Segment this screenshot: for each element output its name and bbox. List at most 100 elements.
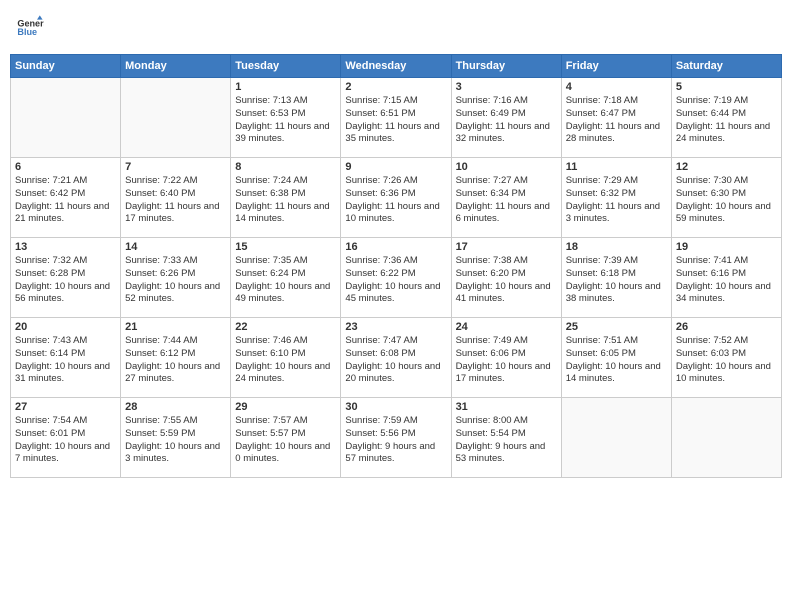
day-info: Sunrise: 7:49 AM Sunset: 6:06 PM Dayligh… [456, 335, 557, 386]
week-row-5: 27 Sunrise: 7:54 AM Sunset: 6:01 PM Dayli… [11, 398, 782, 478]
day-info: Sunrise: 7:36 AM Sunset: 6:22 PM Dayligh… [345, 255, 446, 306]
calendar-cell: 19 Sunrise: 7:41 AM Sunset: 6:16 PM Dayli… [671, 238, 781, 318]
day-number: 14 [125, 241, 226, 253]
day-number: 7 [125, 161, 226, 173]
day-number: 20 [15, 321, 116, 333]
day-info: Sunrise: 7:24 AM Sunset: 6:38 PM Dayligh… [235, 175, 336, 226]
day-number: 31 [456, 401, 557, 413]
day-number: 12 [676, 161, 777, 173]
calendar-cell: 21 Sunrise: 7:44 AM Sunset: 6:12 PM Dayli… [121, 318, 231, 398]
page-header: General Blue [10, 10, 782, 46]
calendar-cell: 15 Sunrise: 7:35 AM Sunset: 6:24 PM Dayli… [231, 238, 341, 318]
calendar-header: SundayMondayTuesdayWednesdayThursdayFrid… [11, 55, 782, 78]
calendar-cell: 7 Sunrise: 7:22 AM Sunset: 6:40 PM Daylig… [121, 158, 231, 238]
calendar-cell: 2 Sunrise: 7:15 AM Sunset: 6:51 PM Daylig… [341, 78, 451, 158]
calendar-cell: 29 Sunrise: 7:57 AM Sunset: 5:57 PM Dayli… [231, 398, 341, 478]
calendar-cell [671, 398, 781, 478]
day-info: Sunrise: 7:57 AM Sunset: 5:57 PM Dayligh… [235, 415, 336, 466]
day-number: 26 [676, 321, 777, 333]
day-number: 15 [235, 241, 336, 253]
day-number: 6 [15, 161, 116, 173]
calendar-cell: 16 Sunrise: 7:36 AM Sunset: 6:22 PM Dayli… [341, 238, 451, 318]
day-number: 2 [345, 81, 446, 93]
calendar-cell: 24Sunrise: 7:49 AM Sunset: 6:06 PM Dayli… [451, 318, 561, 398]
day-info: Sunrise: 7:41 AM Sunset: 6:16 PM Dayligh… [676, 255, 777, 306]
day-number: 28 [125, 401, 226, 413]
day-info: Sunrise: 7:59 AM Sunset: 5:56 PM Dayligh… [345, 415, 446, 466]
calendar-body: 1 Sunrise: 7:13 AM Sunset: 6:53 PM Daylig… [11, 78, 782, 478]
day-info: Sunrise: 7:33 AM Sunset: 6:26 PM Dayligh… [125, 255, 226, 306]
day-number: 29 [235, 401, 336, 413]
day-info: Sunrise: 7:35 AM Sunset: 6:24 PM Dayligh… [235, 255, 336, 306]
calendar-cell: 13Sunrise: 7:32 AM Sunset: 6:28 PM Dayli… [11, 238, 121, 318]
day-number: 19 [676, 241, 777, 253]
day-info: Sunrise: 7:13 AM Sunset: 6:53 PM Dayligh… [235, 95, 336, 146]
day-number: 25 [566, 321, 667, 333]
day-info: Sunrise: 7:43 AM Sunset: 6:14 PM Dayligh… [15, 335, 116, 386]
calendar-cell: 23 Sunrise: 7:47 AM Sunset: 6:08 PM Dayli… [341, 318, 451, 398]
calendar-cell [11, 78, 121, 158]
calendar-cell: 6Sunrise: 7:21 AM Sunset: 6:42 PM Daylig… [11, 158, 121, 238]
day-info: Sunrise: 7:22 AM Sunset: 6:40 PM Dayligh… [125, 175, 226, 226]
day-info: Sunrise: 7:18 AM Sunset: 6:47 PM Dayligh… [566, 95, 667, 146]
calendar-cell: 25Sunrise: 7:51 AM Sunset: 6:05 PM Dayli… [561, 318, 671, 398]
weekday-header-saturday: Saturday [671, 55, 781, 78]
day-number: 1 [235, 81, 336, 93]
logo: General Blue [16, 14, 46, 42]
day-info: Sunrise: 7:26 AM Sunset: 6:36 PM Dayligh… [345, 175, 446, 226]
weekday-header-row: SundayMondayTuesdayWednesdayThursdayFrid… [11, 55, 782, 78]
day-info: Sunrise: 7:29 AM Sunset: 6:32 PM Dayligh… [566, 175, 667, 226]
calendar-cell: 30 Sunrise: 7:59 AM Sunset: 5:56 PM Dayli… [341, 398, 451, 478]
calendar-cell [121, 78, 231, 158]
calendar-table: SundayMondayTuesdayWednesdayThursdayFrid… [10, 54, 782, 478]
day-info: Sunrise: 7:44 AM Sunset: 6:12 PM Dayligh… [125, 335, 226, 386]
day-info: Sunrise: 7:47 AM Sunset: 6:08 PM Dayligh… [345, 335, 446, 386]
day-info: Sunrise: 7:52 AM Sunset: 6:03 PM Dayligh… [676, 335, 777, 386]
day-info: Sunrise: 7:19 AM Sunset: 6:44 PM Dayligh… [676, 95, 777, 146]
weekday-header-sunday: Sunday [11, 55, 121, 78]
day-number: 17 [456, 241, 557, 253]
day-number: 23 [345, 321, 446, 333]
weekday-header-monday: Monday [121, 55, 231, 78]
day-number: 18 [566, 241, 667, 253]
day-info: Sunrise: 7:54 AM Sunset: 6:01 PM Dayligh… [15, 415, 116, 466]
calendar-cell: 17 Sunrise: 7:38 AM Sunset: 6:20 PM Dayli… [451, 238, 561, 318]
calendar-cell: 4 Sunrise: 7:18 AM Sunset: 6:47 PM Daylig… [561, 78, 671, 158]
day-number: 5 [676, 81, 777, 93]
day-number: 21 [125, 321, 226, 333]
week-row-3: 13Sunrise: 7:32 AM Sunset: 6:28 PM Dayli… [11, 238, 782, 318]
week-row-1: 1 Sunrise: 7:13 AM Sunset: 6:53 PM Daylig… [11, 78, 782, 158]
week-row-4: 20 Sunrise: 7:43 AM Sunset: 6:14 PM Dayli… [11, 318, 782, 398]
day-number: 4 [566, 81, 667, 93]
calendar-cell: 14 Sunrise: 7:33 AM Sunset: 6:26 PM Dayli… [121, 238, 231, 318]
day-number: 30 [345, 401, 446, 413]
day-number: 22 [235, 321, 336, 333]
day-number: 9 [345, 161, 446, 173]
calendar-cell: 10Sunrise: 7:27 AM Sunset: 6:34 PM Dayli… [451, 158, 561, 238]
calendar-cell: 26 Sunrise: 7:52 AM Sunset: 6:03 PM Dayli… [671, 318, 781, 398]
calendar-cell: 27 Sunrise: 7:54 AM Sunset: 6:01 PM Dayli… [11, 398, 121, 478]
day-info: Sunrise: 7:15 AM Sunset: 6:51 PM Dayligh… [345, 95, 446, 146]
day-info: Sunrise: 7:16 AM Sunset: 6:49 PM Dayligh… [456, 95, 557, 146]
calendar-cell: 11Sunrise: 7:29 AM Sunset: 6:32 PM Dayli… [561, 158, 671, 238]
calendar-cell: 22 Sunrise: 7:46 AM Sunset: 6:10 PM Dayli… [231, 318, 341, 398]
calendar-cell: 28Sunrise: 7:55 AM Sunset: 5:59 PM Dayli… [121, 398, 231, 478]
weekday-header-tuesday: Tuesday [231, 55, 341, 78]
calendar-cell: 18 Sunrise: 7:39 AM Sunset: 6:18 PM Dayli… [561, 238, 671, 318]
week-row-2: 6Sunrise: 7:21 AM Sunset: 6:42 PM Daylig… [11, 158, 782, 238]
day-info: Sunrise: 7:46 AM Sunset: 6:10 PM Dayligh… [235, 335, 336, 386]
weekday-header-friday: Friday [561, 55, 671, 78]
calendar-cell: 20 Sunrise: 7:43 AM Sunset: 6:14 PM Dayli… [11, 318, 121, 398]
day-info: Sunrise: 8:00 AM Sunset: 5:54 PM Dayligh… [456, 415, 557, 466]
day-info: Sunrise: 7:39 AM Sunset: 6:18 PM Dayligh… [566, 255, 667, 306]
day-info: Sunrise: 7:38 AM Sunset: 6:20 PM Dayligh… [456, 255, 557, 306]
day-info: Sunrise: 7:32 AM Sunset: 6:28 PM Dayligh… [15, 255, 116, 306]
calendar-cell: 9 Sunrise: 7:26 AM Sunset: 6:36 PM Daylig… [341, 158, 451, 238]
weekday-header-wednesday: Wednesday [341, 55, 451, 78]
calendar-cell: 3Sunrise: 7:16 AM Sunset: 6:49 PM Daylig… [451, 78, 561, 158]
day-number: 16 [345, 241, 446, 253]
day-number: 8 [235, 161, 336, 173]
day-number: 27 [15, 401, 116, 413]
day-info: Sunrise: 7:30 AM Sunset: 6:30 PM Dayligh… [676, 175, 777, 226]
calendar-cell: 5 Sunrise: 7:19 AM Sunset: 6:44 PM Daylig… [671, 78, 781, 158]
